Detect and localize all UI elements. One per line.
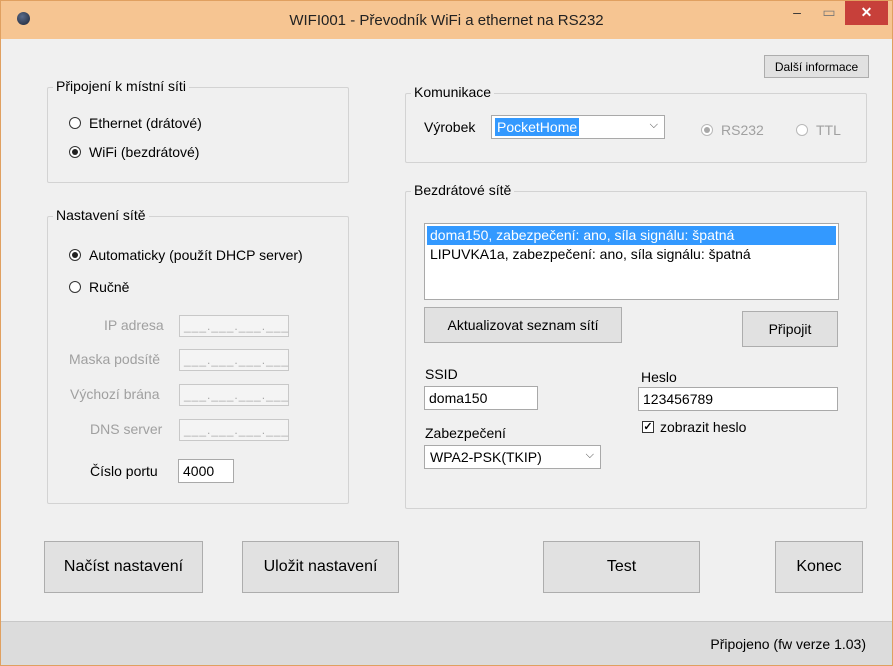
auto-dhcp-radio-label: Automaticky (použít DHCP server) [89, 247, 303, 263]
port-field[interactable]: 4000 [178, 459, 234, 483]
manual-radio-dot [69, 281, 81, 293]
auto-dhcp-radio-dot [69, 249, 81, 261]
connect-button[interactable]: Připojit [742, 311, 838, 347]
refresh-networks-label: Aktualizovat seznam sítí [447, 317, 599, 333]
manual-radio[interactable]: Ručně [69, 279, 129, 295]
main-window: WIFI001 - Převodník WiFi a ethernet na R… [0, 0, 893, 666]
exit-button[interactable]: Konec [775, 541, 863, 593]
refresh-networks-button[interactable]: Aktualizovat seznam sítí [424, 307, 622, 343]
security-label: Zabezpečení [425, 425, 506, 441]
manual-radio-label: Ručně [89, 279, 130, 295]
wifi-radio-dot [69, 146, 81, 158]
title-bar[interactable]: WIFI001 - Převodník WiFi a ethernet na R… [1, 1, 892, 39]
subnet-mask-label: Maska podsítě [69, 351, 161, 367]
exit-label: Konec [796, 558, 842, 575]
subnet-mask-field[interactable]: ___.___.___.___ [179, 349, 289, 371]
more-info-button[interactable]: Další informace [764, 55, 869, 78]
ssid-label: SSID [425, 366, 458, 382]
wifi-radio-label: WiFi (bezdrátové) [89, 144, 200, 160]
status-bar: Připojeno (fw verze 1.03) [1, 621, 892, 665]
window-title: WIFI001 - Převodník WiFi a ethernet na R… [289, 12, 604, 29]
ethernet-radio[interactable]: Ethernet (drátové) [69, 115, 202, 131]
test-button[interactable]: Test [543, 541, 700, 593]
ssid-field[interactable]: doma150 [424, 386, 538, 410]
product-label: Výrobek [424, 119, 476, 135]
security-select[interactable]: WPA2-PSK(TKIP) ⌵ [424, 445, 601, 469]
local-network-group [47, 87, 349, 183]
ethernet-radio-dot [69, 117, 81, 129]
wireless-networks-legend: Bezdrátové sítě [411, 182, 515, 198]
dns-server-label: DNS server [90, 421, 163, 437]
security-select-value: WPA2-PSK(TKIP) [430, 449, 542, 465]
save-settings-label: Uložit nastavení [263, 558, 378, 575]
product-select-value: PocketHome [495, 118, 580, 136]
more-info-label: Další informace [774, 59, 859, 74]
port-label: Číslo portu [90, 463, 158, 479]
close-button[interactable]: ✕ [845, 1, 888, 25]
ethernet-radio-label: Ethernet (drátové) [89, 115, 202, 131]
network-settings-legend: Nastavení sítě [53, 207, 149, 223]
ip-address-label: IP adresa [104, 317, 164, 333]
local-network-legend: Připojení k místní síti [53, 78, 189, 94]
wifi-radio[interactable]: WiFi (bezdrátové) [69, 144, 199, 160]
rs232-radio-label: RS232 [721, 122, 764, 138]
ip-address-field[interactable]: ___.___.___.___ [179, 315, 289, 337]
chevron-down-icon: ⌵ [585, 449, 594, 461]
maximize-button[interactable]: ▭ [815, 1, 843, 25]
show-password-checkbox[interactable]: ✓ zobrazit heslo [642, 419, 746, 435]
chevron-down-icon: ⌵ [649, 119, 658, 131]
show-password-label: zobrazit heslo [660, 419, 747, 435]
password-field[interactable]: 123456789 [638, 387, 838, 411]
rs232-radio[interactable]: RS232 [701, 122, 764, 138]
password-label: Heslo [641, 369, 677, 385]
auto-dhcp-radio[interactable]: Automaticky (použít DHCP server) [69, 247, 303, 263]
ttl-radio-dot [796, 124, 808, 136]
gateway-label: Výchozí brána [70, 386, 160, 402]
status-text: Připojeno (fw verze 1.03) [710, 636, 866, 652]
communication-legend: Komunikace [411, 84, 495, 100]
checkmark-icon: ✓ [642, 421, 654, 433]
ttl-radio[interactable]: TTL [796, 122, 841, 138]
test-label: Test [606, 558, 637, 575]
network-list[interactable]: doma150, zabezpečení: ano, síla signálu:… [424, 223, 839, 300]
minimize-button[interactable]: – [783, 1, 811, 25]
product-select[interactable]: PocketHome ⌵ [491, 115, 665, 139]
save-settings-button[interactable]: Uložit nastavení [242, 541, 399, 593]
network-list-item[interactable]: LIPUVKA1a, zabezpečení: ano, síla signál… [427, 245, 836, 264]
load-settings-button[interactable]: Načíst nastavení [44, 541, 203, 593]
dns-server-field[interactable]: ___.___.___.___ [179, 419, 289, 441]
gateway-field[interactable]: ___.___.___.___ [179, 384, 289, 406]
load-settings-label: Načíst nastavení [63, 558, 184, 575]
rs232-radio-dot [701, 124, 713, 136]
ttl-radio-label: TTL [816, 122, 841, 138]
network-list-item[interactable]: doma150, zabezpečení: ano, síla signálu:… [427, 226, 836, 245]
connect-label: Připojit [768, 321, 812, 337]
